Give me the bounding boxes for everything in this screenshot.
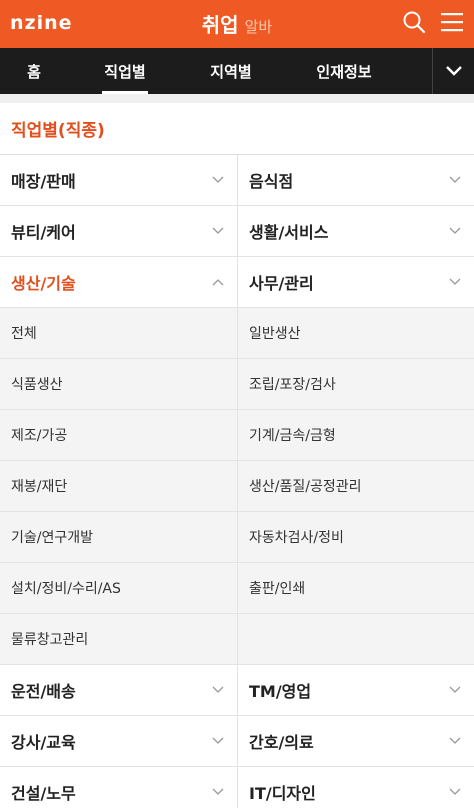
category-label: 강사/교육 xyxy=(11,733,76,752)
category-living-service[interactable]: 생활/서비스 xyxy=(237,206,474,256)
chevron-down-icon xyxy=(211,785,225,799)
chevron-down-icon xyxy=(211,224,225,238)
category-row: 건설/노무 IT/디자인 xyxy=(0,767,474,808)
category-row: 강사/교육 간호/의료 xyxy=(0,716,474,767)
category-it-design[interactable]: IT/디자인 xyxy=(237,767,474,808)
subcategory-item[interactable]: 설치/정비/수리/AS xyxy=(0,563,237,613)
category-label: 사무/관리 xyxy=(249,274,314,293)
subcategory-item[interactable]: 식품생산 xyxy=(0,359,237,409)
tab-by-region[interactable]: 지역별 xyxy=(205,48,257,94)
tab-talent-info[interactable]: 인재정보 xyxy=(310,48,378,94)
chevron-down-icon xyxy=(448,785,462,799)
chevron-up-icon xyxy=(211,275,225,289)
hamburger-menu-icon xyxy=(441,12,463,36)
subcategory-item[interactable]: 일반생산 xyxy=(237,308,474,358)
chevron-down-icon xyxy=(211,683,225,697)
subcategory-item[interactable]: 재봉/재단 xyxy=(0,461,237,511)
tab-home[interactable]: 홈 xyxy=(20,48,48,94)
category-production-tech[interactable]: 생산/기술 xyxy=(0,257,237,307)
subcategory-item[interactable]: 물류창고관리 xyxy=(0,614,237,664)
subcategory-item[interactable]: 기계/금속/금형 xyxy=(237,410,474,460)
category-nursing-medical[interactable]: 간호/의료 xyxy=(237,716,474,766)
subcategory-item[interactable]: 조립/포장/검사 xyxy=(237,359,474,409)
category-label: IT/디자인 xyxy=(249,784,316,803)
search-button[interactable] xyxy=(400,10,428,38)
subcategory-empty-cell xyxy=(237,614,474,664)
category-label: TM/영업 xyxy=(249,682,312,701)
chevron-down-icon xyxy=(448,734,462,748)
chevron-down-icon xyxy=(211,734,225,748)
top-bar: nzine 취업 알바 xyxy=(0,0,474,48)
tab-more-button[interactable] xyxy=(432,48,474,94)
category-row: 뷰티/케어 생활/서비스 xyxy=(0,206,474,257)
chevron-down-icon xyxy=(445,62,463,81)
category-restaurant[interactable]: 음식점 xyxy=(237,155,474,205)
category-row: 운전/배송 TM/영업 xyxy=(0,665,474,716)
chevron-down-icon xyxy=(448,275,462,289)
subcategory-item[interactable]: 생산/품질/공정관리 xyxy=(237,461,474,511)
category-driving-delivery[interactable]: 운전/배송 xyxy=(0,665,237,715)
chevron-down-icon xyxy=(448,224,462,238)
category-label: 생활/서비스 xyxy=(249,223,329,242)
category-label: 간호/의료 xyxy=(249,733,314,752)
subcategory-row: 기술/연구개발 자동차검사/정비 xyxy=(0,512,474,563)
subcategory-row: 설치/정비/수리/AS 출판/인쇄 xyxy=(0,563,474,614)
category-label: 운전/배송 xyxy=(11,682,76,701)
section-spacer xyxy=(0,94,474,103)
tab-by-occupation[interactable]: 직업별 xyxy=(100,48,150,94)
subcategory-item[interactable]: 출판/인쇄 xyxy=(237,563,474,613)
subcategory-row: 식품생산 조립/포장/검사 xyxy=(0,359,474,410)
category-label: 매장/판매 xyxy=(11,172,76,191)
main-tab-bar: 홈 직업별 지역별 인재정보 xyxy=(0,48,474,94)
section-title: 직업별(직종) xyxy=(0,103,474,155)
subcategory-row: 제조/가공 기계/금속/금형 xyxy=(0,410,474,461)
subcategory-item[interactable]: 기술/연구개발 xyxy=(0,512,237,562)
subcategory-item[interactable]: 자동차검사/정비 xyxy=(237,512,474,562)
category-row: 생산/기술 사무/관리 xyxy=(0,257,474,308)
subcategory-row: 전체 일반생산 xyxy=(0,308,474,359)
category-tm-sales[interactable]: TM/영업 xyxy=(237,665,474,715)
subcategory-item[interactable]: 전체 xyxy=(0,308,237,358)
category-office-admin[interactable]: 사무/관리 xyxy=(237,257,474,307)
category-row: 매장/판매 음식점 xyxy=(0,155,474,206)
chevron-down-icon xyxy=(211,173,225,187)
subcategory-row: 재봉/재단 생산/품질/공정관리 xyxy=(0,461,474,512)
category-beauty[interactable]: 뷰티/케어 xyxy=(0,206,237,256)
category-sales[interactable]: 매장/판매 xyxy=(0,155,237,205)
subcategory-item[interactable]: 제조/가공 xyxy=(0,410,237,460)
category-construction-labor[interactable]: 건설/노무 xyxy=(0,767,237,808)
category-label: 건설/노무 xyxy=(11,784,76,803)
chevron-down-icon xyxy=(448,173,462,187)
top-actions xyxy=(400,10,466,38)
search-icon xyxy=(402,10,426,38)
category-teaching-education[interactable]: 강사/교육 xyxy=(0,716,237,766)
category-label: 음식점 xyxy=(249,172,294,191)
menu-button[interactable] xyxy=(438,10,466,38)
page-subtitle-link[interactable]: 알바 xyxy=(245,18,273,36)
category-label: 뷰티/케어 xyxy=(11,223,76,242)
category-label: 생산/기술 xyxy=(11,274,76,293)
subcategory-row: 물류창고관리 xyxy=(0,614,474,665)
chevron-down-icon xyxy=(448,683,462,697)
page-title[interactable]: 취업 xyxy=(202,13,239,37)
